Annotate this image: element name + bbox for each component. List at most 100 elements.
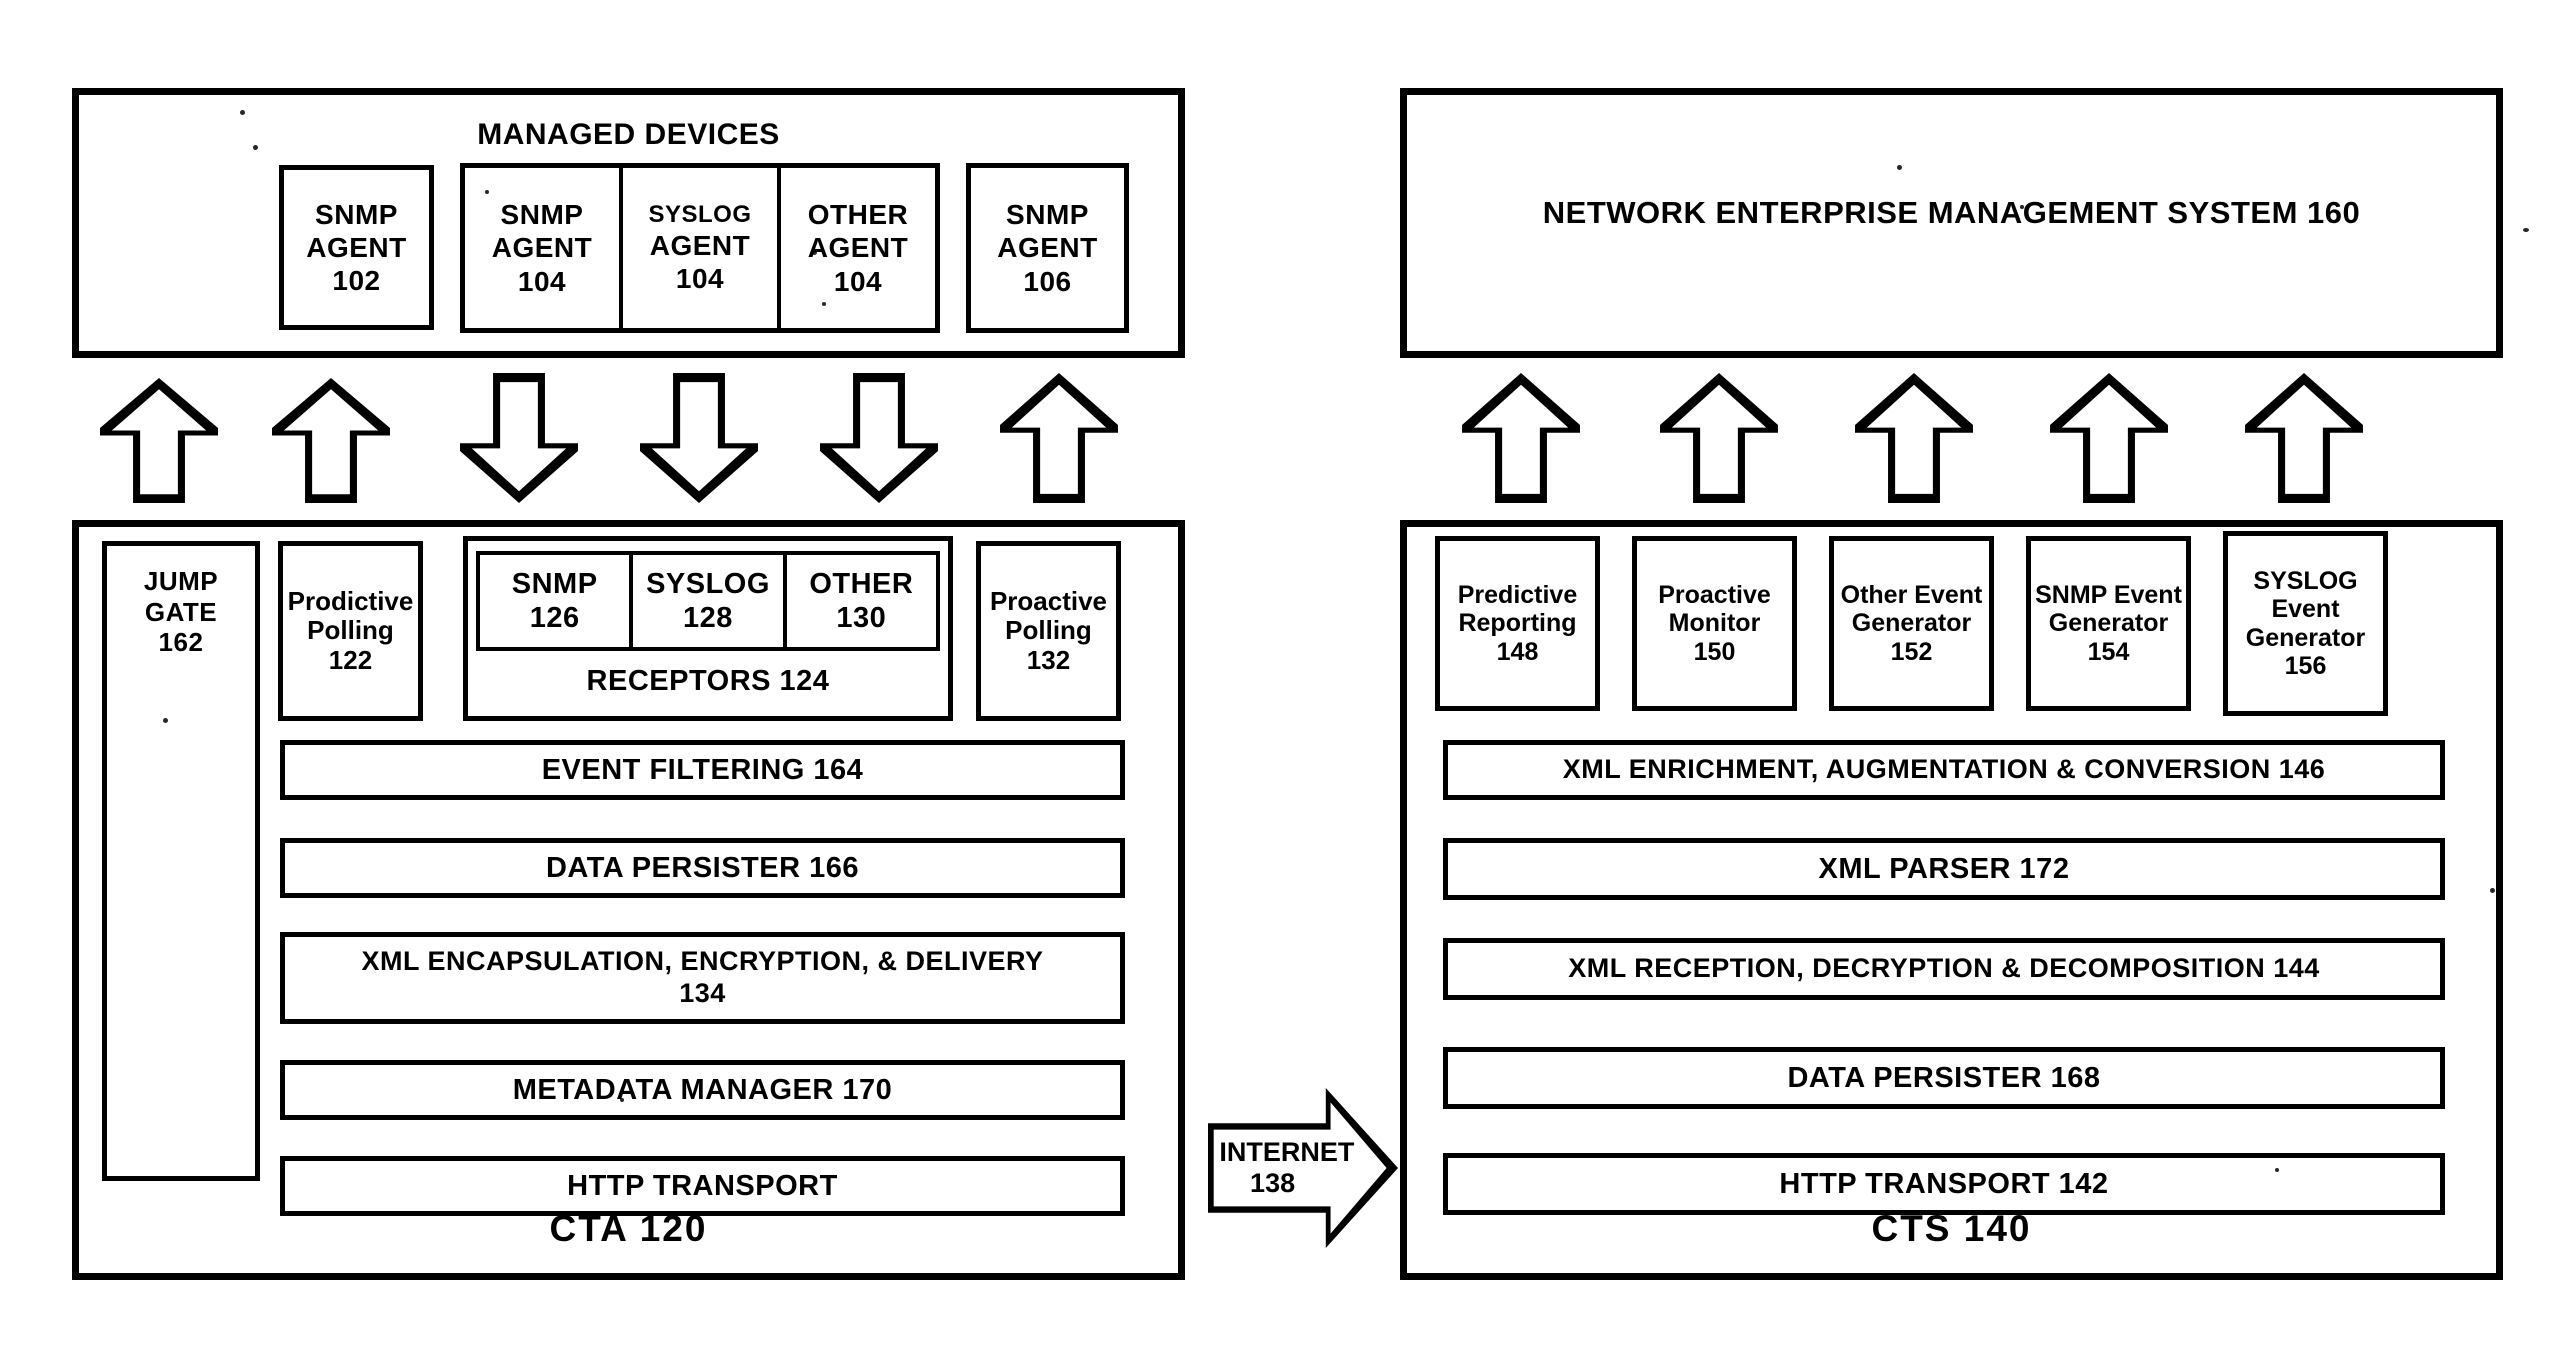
agent-role: AGENT (649, 230, 751, 262)
component-ref: 150 (1693, 637, 1736, 666)
arrow-up-syslog-event-generator (2245, 373, 2363, 503)
agent-group-triple: SNMP AGENT 104 SYSLOG AGENT 104 OTHER AG… (460, 163, 940, 333)
agent-box-syslog-104: SYSLOG AGENT 104 (623, 168, 781, 328)
managed-devices-title: MANAGED DEVICES (477, 118, 780, 151)
arrow-up-predictive-reporting (1462, 373, 1580, 503)
receptor-box-other: OTHER 130 (787, 555, 936, 647)
arrow-up-snmp-event-generator (2050, 373, 2168, 503)
component-line: Generator (2245, 623, 2366, 652)
agent-role: AGENT (306, 231, 407, 263)
agent-role: AGENT (491, 232, 593, 264)
receptor-name: OTHER (809, 567, 914, 600)
scan-speck (253, 145, 258, 150)
patent-figure: MANAGED DEVICES SNMP AGENT 102 SNMP AGEN… (0, 0, 2555, 1352)
arrow-fill (2256, 384, 2352, 494)
arrow-up-other-event-generator (1855, 373, 1973, 503)
arrow-fill (1866, 384, 1962, 494)
cts-bar-http-transport: HTTP TRANSPORT 142 (1443, 1153, 2445, 1215)
cts-bar-label: HTTP TRANSPORT 142 (1779, 1167, 2109, 1200)
cts-bar-label: DATA PERSISTER 168 (1787, 1061, 2101, 1094)
scan-speck (2275, 1168, 2279, 1172)
cta-bar-label: XML ENCAPSULATION, ENCRYPTION, & DELIVER… (361, 946, 1044, 977)
cts-component-snmp-event-generator: SNMP Event Generator 154 (2026, 536, 2191, 711)
cts-bar-label: XML ENRICHMENT, AUGMENTATION & CONVERSIO… (1562, 754, 2326, 785)
scan-speck (2490, 888, 2495, 893)
proactive-polling-box: Proactive Polling 132 (976, 541, 1121, 721)
agent-box-snmp-102: SNMP AGENT 102 (279, 165, 434, 330)
jump-gate-line2: GATE (144, 596, 218, 627)
scan-speck (240, 110, 245, 115)
agent-name: SNMP (1006, 199, 1089, 231)
arrow-up-jumpgate (100, 378, 218, 503)
cts-component-other-event-generator: Other Event Generator 152 (1829, 536, 1994, 711)
cts-component-syslog-event-generator: SYSLOG Event Generator 156 (2223, 531, 2388, 716)
component-line: SYSLOG (2253, 566, 2358, 595)
arrow-up-prodictive-polling (272, 378, 390, 503)
scan-speck (440, 893, 444, 897)
component-ref: 154 (2087, 637, 2130, 666)
arrow-fill (1671, 384, 1767, 494)
arrow-fill (1011, 384, 1107, 494)
internet-arrow: INTERNET 138 (1208, 1088, 1398, 1248)
arrow-fill (1473, 384, 1569, 494)
agent-role: AGENT (807, 232, 909, 264)
receptors-group: SNMP 126 SYSLOG 128 OTHER 130 RECEPTORS … (463, 536, 953, 721)
arrow-fill (2061, 384, 2157, 494)
agent-name: SNMP (500, 199, 584, 231)
cta-bar-data-persister: DATA PERSISTER 166 (280, 838, 1125, 898)
internet-label: INTERNET (1219, 1136, 1355, 1167)
arrow-fill (651, 382, 747, 492)
nems-title: NETWORK ENTERPRISE MANAGEMENT SYSTEM 160 (1542, 195, 2361, 230)
arrow-fill (831, 382, 927, 492)
agent-ref: 104 (833, 265, 883, 297)
arrow-fill (471, 382, 567, 492)
cts-bar-data-persister: DATA PERSISTER 168 (1443, 1047, 2445, 1109)
agent-box-other-104: OTHER AGENT 104 (781, 168, 935, 328)
prodictive-polling-ref: 122 (328, 644, 373, 675)
component-ref: 148 (1496, 637, 1539, 666)
agent-ref: 106 (1023, 265, 1072, 297)
receptor-box-syslog: SYSLOG 128 (633, 555, 787, 647)
cta-bar-label: EVENT FILTERING 164 (541, 753, 864, 786)
cta-bar-label: HTTP TRANSPORT (567, 1169, 838, 1202)
jump-gate-ref: 162 (158, 627, 204, 658)
proactive-polling-line2: Polling (1005, 615, 1092, 646)
arrow-fill (283, 389, 379, 495)
scan-speck (620, 1098, 624, 1102)
proactive-polling-line1: Proactive (989, 585, 1108, 616)
component-line: Predictive (1457, 580, 1578, 609)
receptor-ref: 128 (683, 602, 733, 634)
cts-bar-label: XML PARSER 172 (1818, 852, 2070, 885)
component-line: SNMP Event (2035, 580, 2182, 609)
cts-bar-xml-parser: XML PARSER 172 (1443, 838, 2445, 900)
scan-speck (822, 302, 826, 306)
cta-bar-ref: 134 (679, 978, 726, 1008)
scan-speck (1897, 165, 1902, 170)
component-line: Generator (1851, 609, 1972, 638)
cta-bar-http-transport: HTTP TRANSPORT (280, 1156, 1125, 1216)
arrow-down-syslog-receptor (640, 373, 758, 503)
scan-speck (2523, 228, 2529, 232)
agent-role: AGENT (997, 232, 1098, 264)
scan-speck (812, 250, 817, 255)
arrow-fill (111, 389, 207, 495)
agent-name: SNMP (315, 198, 398, 230)
receptor-name: SYSLOG (646, 567, 770, 600)
cts-component-proactive-monitor: Proactive Monitor 150 (1632, 536, 1797, 711)
component-line: Generator (2048, 609, 2169, 638)
cta-bar-label: DATA PERSISTER 166 (545, 851, 860, 884)
agent-box-snmp-106: SNMP AGENT 106 (966, 163, 1129, 333)
agent-name: SYSLOG (648, 200, 752, 228)
component-line: Proactive (1658, 580, 1771, 609)
proactive-polling-ref: 132 (1026, 644, 1071, 675)
cta-bar-xml-encapsulation: XML ENCAPSULATION, ENCRYPTION, & DELIVER… (280, 932, 1125, 1024)
cts-bar-label: XML RECEPTION, DECRYPTION & DECOMPOSITIO… (1568, 953, 2320, 984)
jump-gate-text: JUMP GATE 162 (107, 566, 255, 658)
jump-gate-line1: JUMP (143, 566, 219, 596)
jump-gate-box: JUMP GATE 162 (102, 541, 260, 1181)
agent-ref: 104 (517, 265, 567, 297)
component-line: Other Event (1840, 580, 1983, 609)
prodictive-polling-line1: Prodictive (287, 585, 414, 616)
cta-bar-event-filtering: EVENT FILTERING 164 (280, 740, 1125, 800)
receptors-label: RECEPTORS 124 (586, 664, 830, 697)
